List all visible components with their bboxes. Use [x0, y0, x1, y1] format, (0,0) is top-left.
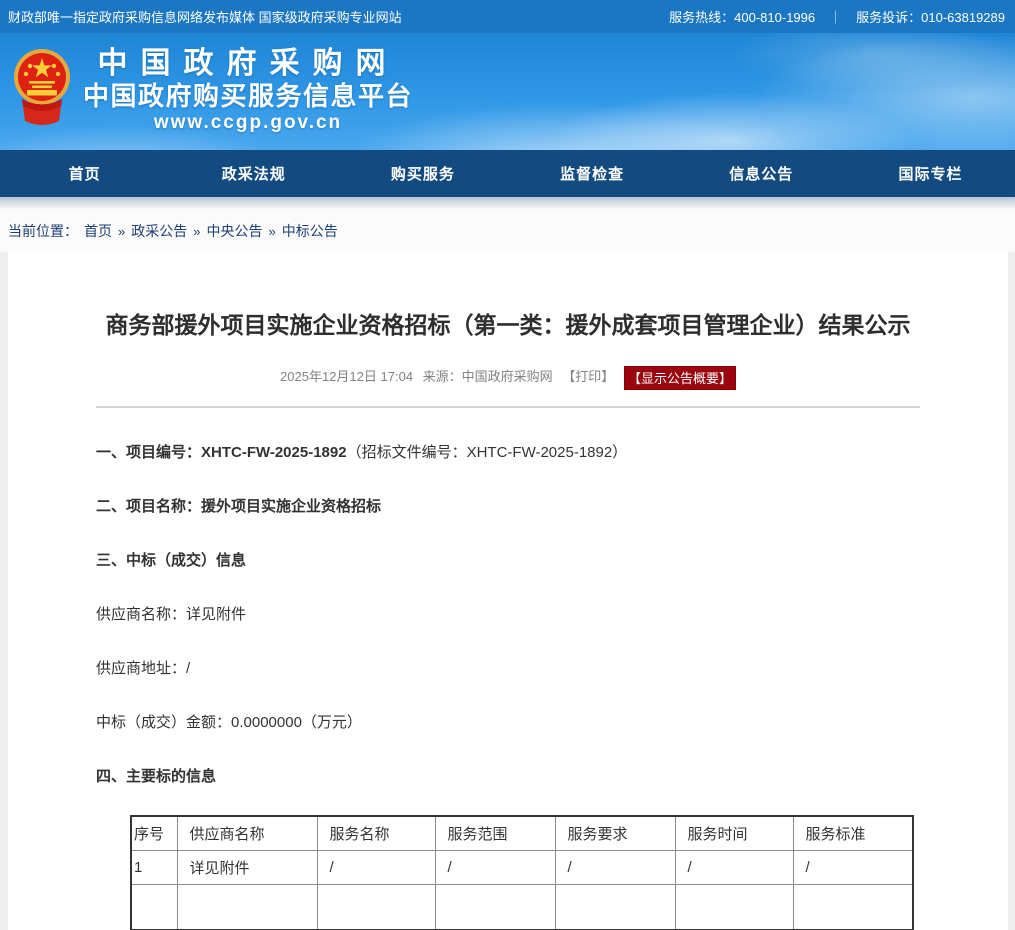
article-content: 一、项目编号：XHTC-FW-2025-1892（招标文件编号：XHTC-FW-…	[8, 444, 1008, 930]
cell-empty	[555, 884, 675, 930]
article-source: 来源：中国政府采购网	[423, 369, 553, 384]
cell-supplier: 详见附件	[177, 850, 317, 884]
cell-service-requirements: /	[555, 850, 675, 884]
col-header-service-requirements: 服务要求	[555, 816, 675, 850]
breadcrumb: 当前位置： 首页 » 政采公告 » 中央公告 » 中标公告	[0, 210, 1015, 252]
breadcrumb-item-award-notices[interactable]: 中标公告	[282, 221, 338, 241]
nav-fade-strip	[0, 197, 1015, 210]
service-complaint: 服务投诉：010-63819289	[856, 7, 1005, 26]
main-nav: 首页 政采法规 购买服务 监督检查 信息公告 国际专栏	[0, 150, 1015, 197]
cell-service-scope: /	[435, 850, 555, 884]
article-meta: 2025年12月12日 17:04 来源：中国政府采购网 【打印】 【显示公告概…	[8, 366, 1008, 390]
cell-service-name: /	[317, 850, 435, 884]
show-summary-button[interactable]: 【显示公告概要】	[624, 366, 736, 390]
table-row: 1 详见附件 / / / / /	[131, 850, 913, 884]
breadcrumb-item-central-notices[interactable]: 中央公告	[206, 221, 262, 241]
service-hotline: 服务热线：400-810-1996	[669, 7, 815, 26]
nav-item-announcements[interactable]: 信息公告	[677, 150, 846, 197]
section-award-info-heading: 三、中标（成交）信息	[96, 552, 920, 569]
section-project-number: 一、项目编号：XHTC-FW-2025-1892（招标文件编号：XHTC-FW-…	[96, 444, 920, 461]
col-header-service-standard: 服务标准	[793, 816, 913, 850]
col-header-service-scope: 服务范围	[435, 816, 555, 850]
nav-item-supervision[interactable]: 监督检查	[508, 150, 677, 197]
breadcrumb-item-home[interactable]: 首页	[84, 221, 112, 241]
cell-service-time: /	[675, 850, 793, 884]
line-supplier-name: 供应商名称：详见附件	[96, 606, 920, 623]
site-logo-link[interactable]: 中国政府采购网 中国政府购买服务信息平台 www.ccgp.gov.cn	[12, 45, 416, 137]
site-header: 中国政府采购网 中国政府购买服务信息平台 www.ccgp.gov.cn	[0, 33, 1015, 150]
cell-empty	[435, 884, 555, 930]
cell-empty	[317, 884, 435, 930]
bid-target-table: 序号 供应商名称 服务名称 服务范围 服务要求 服务时间 服务标准 1 详见附件…	[130, 815, 914, 930]
col-header-service-name: 服务名称	[317, 816, 435, 850]
cell-service-standard: /	[793, 850, 913, 884]
breadcrumb-separator: »	[193, 224, 200, 239]
nav-item-international[interactable]: 国际专栏	[846, 150, 1015, 197]
col-header-seq: 序号	[131, 816, 177, 850]
cell-empty	[793, 884, 913, 930]
line-supplier-address: 供应商地址：/	[96, 660, 920, 677]
site-name: 中国政府采购网	[80, 47, 416, 81]
national-emblem-icon	[12, 45, 72, 137]
publish-datetime: 2025年12月12日 17:04	[280, 369, 413, 384]
breadcrumb-separator: »	[118, 224, 125, 239]
topbar-separator: ｜	[829, 7, 842, 26]
line-award-amount: 中标（成交）金额：0.0000000（万元）	[96, 714, 920, 731]
site-subtitle: 中国政府购买服务信息平台	[80, 81, 416, 111]
section-project-name: 二、项目名称：援外项目实施企业资格招标	[96, 498, 920, 515]
nav-item-regulations[interactable]: 政采法规	[169, 150, 338, 197]
page-title: 商务部援外项目实施企业资格招标（第一类：援外成套项目管理企业）结果公示	[8, 310, 1008, 340]
section-bid-target-heading: 四、主要标的信息	[96, 768, 920, 785]
nav-item-home[interactable]: 首页	[0, 150, 169, 197]
table-header-row: 序号 供应商名称 服务名称 服务范围 服务要求 服务时间 服务标准	[131, 816, 913, 850]
site-url: www.ccgp.gov.cn	[80, 111, 416, 135]
breadcrumb-separator: »	[268, 224, 275, 239]
col-header-supplier: 供应商名称	[177, 816, 317, 850]
cell-empty	[675, 884, 793, 930]
site-slogan: 财政部唯一指定政府采购信息网络发布媒体 国家级政府采购专业网站	[8, 7, 402, 26]
brand-text: 中国政府采购网 中国政府购买服务信息平台 www.ccgp.gov.cn	[80, 47, 416, 135]
breadcrumb-item-procurement-notices[interactable]: 政采公告	[131, 221, 187, 241]
title-divider	[96, 406, 920, 408]
service-contacts: 服务热线：400-810-1996 ｜ 服务投诉：010-63819289	[669, 7, 1005, 26]
cell-seq: 1	[131, 850, 177, 884]
nav-item-purchase-services[interactable]: 购买服务	[338, 150, 507, 197]
article-panel: 商务部援外项目实施企业资格招标（第一类：援外成套项目管理企业）结果公示 2025…	[8, 252, 1008, 930]
cell-empty	[177, 884, 317, 930]
table-row-empty	[131, 884, 913, 930]
col-header-service-time: 服务时间	[675, 816, 793, 850]
breadcrumb-label: 当前位置：	[8, 221, 78, 241]
top-utility-bar: 财政部唯一指定政府采购信息网络发布媒体 国家级政府采购专业网站 服务热线：400…	[0, 0, 1015, 33]
print-button[interactable]: 【打印】	[562, 369, 614, 384]
cell-empty	[131, 884, 177, 930]
